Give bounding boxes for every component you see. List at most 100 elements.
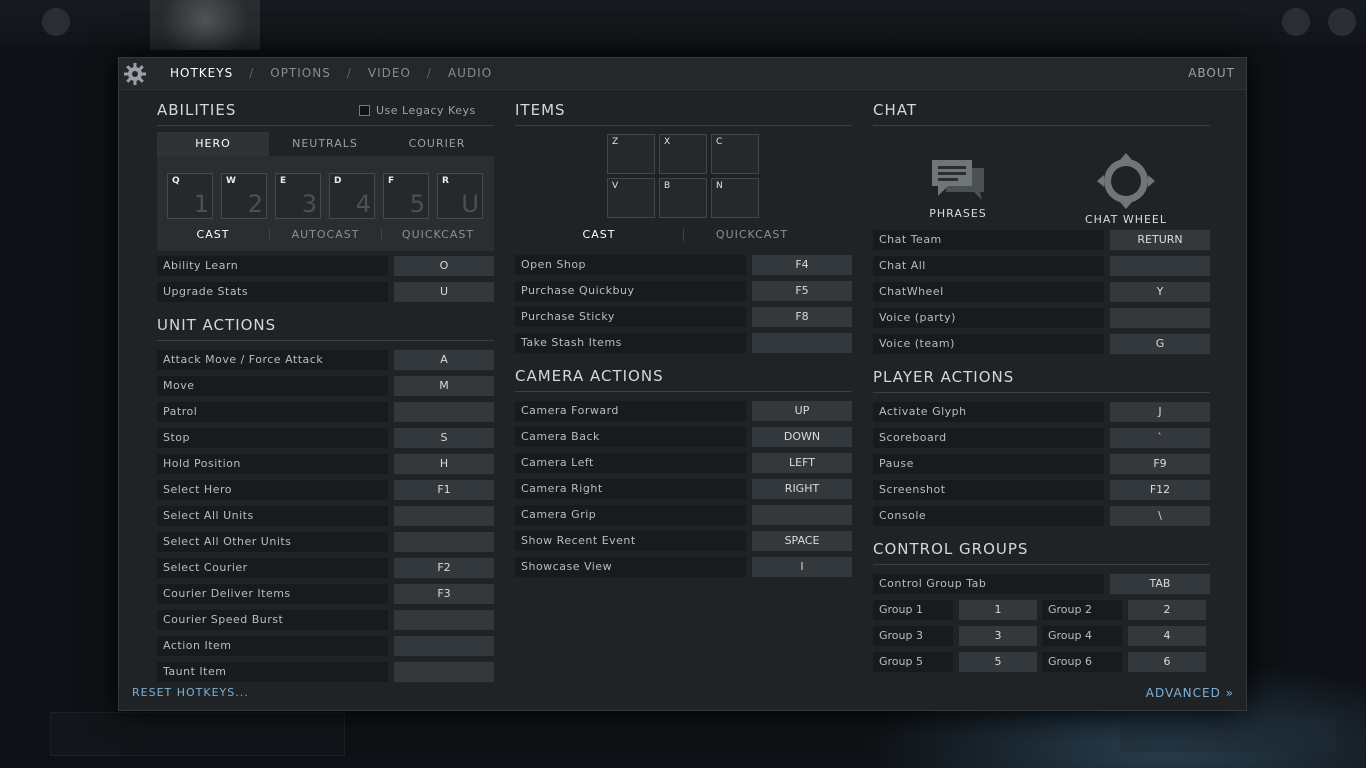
tab-neutrals[interactable]: NEUTRALS (269, 132, 381, 156)
hotkey-label: Select All Units (157, 506, 388, 526)
hotkey-binding[interactable]: SPACE (752, 531, 852, 551)
tab-audio[interactable]: AUDIO (448, 66, 492, 80)
ability-tabs: HERO NEUTRALS COURIER (157, 132, 494, 156)
control-group-label: Group 4 (1042, 626, 1122, 646)
hotkey-binding[interactable]: DOWN (752, 427, 852, 447)
control-group-row: Group 2 2 (1042, 600, 1206, 620)
hotkey-binding[interactable]: J (1110, 402, 1210, 422)
tab-hotkeys[interactable]: HOTKEYS (170, 66, 233, 80)
item-slot-b[interactable]: B (659, 178, 707, 218)
control-group-binding[interactable]: 2 (1128, 600, 1206, 620)
mode-cast[interactable]: CAST (515, 228, 683, 241)
control-group-binding[interactable]: 5 (959, 652, 1037, 672)
phrases-button[interactable]: PHRASES (919, 158, 997, 220)
hotkey-binding[interactable]: \ (1110, 506, 1210, 526)
hotkey-row: Camera Back DOWN (515, 427, 852, 447)
hotkey-binding[interactable]: O (394, 256, 494, 276)
hotkey-row: Stop S (157, 428, 494, 448)
hotkey-binding[interactable]: UP (752, 401, 852, 421)
item-slot-x[interactable]: X (659, 134, 707, 174)
tab-courier[interactable]: COURIER (381, 132, 493, 156)
about-link[interactable]: ABOUT (1188, 66, 1235, 80)
ability-slot-r[interactable]: R U (437, 173, 483, 219)
control-group-row: Group 3 3 (873, 626, 1037, 646)
hotkey-binding[interactable] (1110, 256, 1210, 276)
hotkey-binding[interactable] (394, 636, 494, 656)
hotkey-binding[interactable]: S (394, 428, 494, 448)
hotkey-binding[interactable]: LEFT (752, 453, 852, 473)
gear-icon[interactable] (123, 62, 147, 86)
ability-slot-d[interactable]: D 4 (329, 173, 375, 219)
hotkey-binding[interactable]: F9 (1110, 454, 1210, 474)
chat-wheel-button[interactable]: CHAT WHEEL (1081, 152, 1171, 226)
hotkey-binding[interactable]: ` (1110, 428, 1210, 448)
legacy-keys-checkbox[interactable] (359, 105, 370, 116)
reset-hotkeys-link[interactable]: RESET HOTKEYS... (132, 686, 249, 699)
hotkey-binding[interactable]: F5 (752, 281, 852, 301)
ability-slot-f[interactable]: F 5 (383, 173, 429, 219)
hotkey-binding[interactable]: U (394, 282, 494, 302)
tab-hero[interactable]: HERO (157, 132, 269, 156)
control-group-label: Group 2 (1042, 600, 1122, 620)
ability-slot-key: F (388, 176, 395, 186)
tab-options[interactable]: OPTIONS (270, 66, 331, 80)
mode-autocast[interactable]: AUTOCAST (269, 228, 381, 241)
hotkey-binding[interactable]: F3 (394, 584, 494, 604)
hotkey-binding[interactable] (752, 333, 852, 353)
control-group-binding[interactable]: 4 (1128, 626, 1206, 646)
hotkey-binding[interactable] (394, 402, 494, 422)
hotkey-binding[interactable]: F1 (394, 480, 494, 500)
item-slot-n[interactable]: N (711, 178, 759, 218)
ability-cast-modes: CAST AUTOCAST QUICKCAST (157, 228, 494, 241)
items-title: ITEMS (515, 101, 852, 126)
hotkey-row: Taunt Item (157, 662, 494, 682)
control-group-label: Group 6 (1042, 652, 1122, 672)
hotkey-row: Ability Learn O (157, 256, 494, 276)
hotkey-binding[interactable]: M (394, 376, 494, 396)
ability-slot-e[interactable]: E 3 (275, 173, 321, 219)
hotkey-binding[interactable] (1110, 308, 1210, 328)
ability-slot-q[interactable]: Q 1 (167, 173, 213, 219)
control-group-row: Group 4 4 (1042, 626, 1206, 646)
mode-quickcast[interactable]: QUICKCAST (683, 228, 820, 241)
hotkey-binding[interactable] (394, 506, 494, 526)
control-group-binding[interactable]: 3 (959, 626, 1037, 646)
hotkey-row: Show Recent Event SPACE (515, 531, 852, 551)
hotkey-row: Pause F9 (873, 454, 1210, 474)
hotkey-label: Patrol (157, 402, 388, 422)
hotkey-binding[interactable] (394, 532, 494, 552)
hotkey-label: Chat Team (873, 230, 1104, 250)
hotkey-binding[interactable] (394, 662, 494, 682)
advanced-link[interactable]: ADVANCED » (1146, 686, 1234, 700)
hotkey-binding[interactable] (752, 505, 852, 525)
settings-panel: HOTKEYS / OPTIONS / VIDEO / AUDIO ABOUT … (118, 57, 1247, 711)
item-slot-z[interactable]: Z (607, 134, 655, 174)
hotkey-binding[interactable]: Y (1110, 282, 1210, 302)
control-group-binding[interactable]: 6 (1128, 652, 1206, 672)
hotkey-binding[interactable]: H (394, 454, 494, 474)
hotkey-binding[interactable]: F4 (752, 255, 852, 275)
item-slot-v[interactable]: V (607, 178, 655, 218)
hotkey-binding[interactable]: F2 (394, 558, 494, 578)
hotkey-binding[interactable]: TAB (1110, 574, 1210, 594)
ability-slot-w[interactable]: W 2 (221, 173, 267, 219)
hotkey-binding[interactable]: F8 (752, 307, 852, 327)
hotkey-binding[interactable]: RIGHT (752, 479, 852, 499)
tab-separator: / (249, 66, 255, 80)
mode-quickcast[interactable]: QUICKCAST (381, 228, 494, 241)
legacy-keys-toggle[interactable]: Use Legacy Keys (359, 104, 476, 117)
ability-slot-key: Q (172, 176, 180, 186)
hotkey-binding[interactable]: RETURN (1110, 230, 1210, 250)
hotkey-binding[interactable]: A (394, 350, 494, 370)
tab-video[interactable]: VIDEO (368, 66, 411, 80)
hotkey-binding[interactable] (394, 610, 494, 630)
mode-cast[interactable]: CAST (157, 228, 269, 241)
control-group-binding[interactable]: 1 (959, 600, 1037, 620)
hotkey-row: Scoreboard ` (873, 428, 1210, 448)
hotkey-binding[interactable]: G (1110, 334, 1210, 354)
hotkey-label: Chat All (873, 256, 1104, 276)
item-slot-c[interactable]: C (711, 134, 759, 174)
hotkey-binding[interactable]: F12 (1110, 480, 1210, 500)
item-slot-key: N (716, 181, 723, 191)
hotkey-binding[interactable]: I (752, 557, 852, 577)
